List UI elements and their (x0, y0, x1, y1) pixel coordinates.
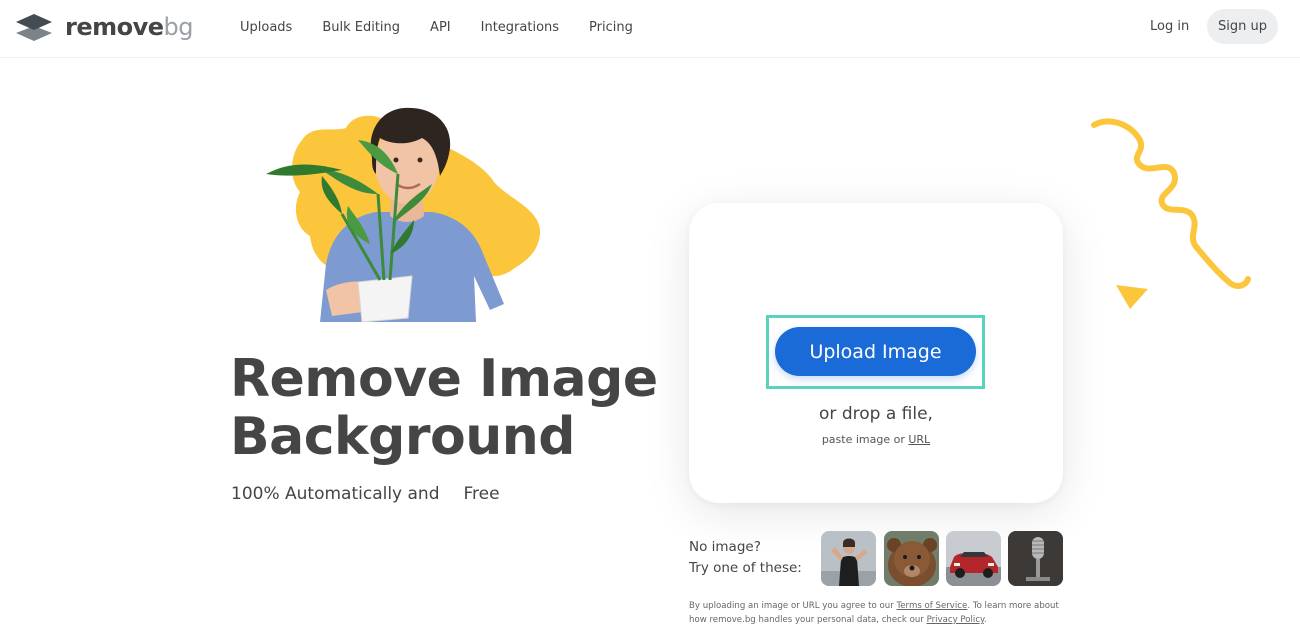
headline-line-1: Remove Image (230, 349, 658, 409)
url-link[interactable]: URL (908, 433, 930, 446)
privacy-policy-link[interactable]: Privacy Policy (927, 615, 984, 625)
paste-hint: paste image or URL (689, 433, 1063, 446)
main-nav: Uploads Bulk Editing API Integrations Pr… (225, 0, 648, 54)
yellow-triangle-decoration (1116, 285, 1148, 309)
logo[interactable]: removebg (15, 11, 194, 43)
nav-bulk-editing[interactable]: Bulk Editing (307, 20, 415, 35)
sample-prompt-line-2: Try one of these: (689, 560, 802, 576)
nav-uploads[interactable]: Uploads (225, 20, 307, 35)
free-badge-text: Free (463, 484, 500, 504)
signup-button[interactable]: Sign up (1207, 9, 1278, 44)
sample-prompt: No image? Try one of these: (689, 537, 802, 579)
bear-sample-image (884, 531, 939, 586)
hero-illustration (266, 107, 541, 322)
paste-prefix: paste image or (821, 433, 905, 446)
hero-subline: 100% Automatically and Free (231, 480, 516, 508)
logo-layers-icon (16, 14, 52, 41)
nav-integrations[interactable]: Integrations (466, 20, 574, 35)
sample-thumb-bear[interactable] (884, 531, 939, 586)
nav-pricing[interactable]: Pricing (574, 20, 648, 35)
terms-of-service-link[interactable]: Terms of Service (896, 601, 967, 611)
legal-text-3: . (983, 615, 987, 625)
login-link[interactable]: Log in (1138, 17, 1201, 36)
top-header: removebg Uploads Bulk Editing API Integr… (0, 0, 1300, 58)
legal-notice: By uploading an image or URL you agree t… (689, 599, 1079, 627)
drop-file-text: or drop a file, (819, 404, 933, 424)
woman-sample-image (821, 531, 876, 586)
microphone-sample-image (1008, 531, 1063, 586)
sample-thumb-microphone[interactable] (1008, 531, 1063, 586)
logo-text: removebg (65, 13, 194, 41)
sample-thumb-car[interactable] (946, 531, 1001, 586)
nav-api[interactable]: API (415, 20, 466, 35)
free-badge: Free (450, 480, 516, 508)
car-sample-image (946, 531, 1001, 586)
hero-headline: Remove Image Background (230, 350, 670, 466)
legal-text-1: By uploading an image or URL you agree t… (689, 601, 894, 611)
sample-prompt-line-1: No image? (689, 539, 761, 555)
subline-text: 100% Automatically and (231, 484, 440, 504)
yellow-squiggle-decoration (1091, 118, 1251, 289)
upload-image-button[interactable]: Upload Image (775, 327, 976, 376)
sample-thumb-woman[interactable] (821, 531, 876, 586)
headline-line-2: Background (230, 407, 575, 467)
